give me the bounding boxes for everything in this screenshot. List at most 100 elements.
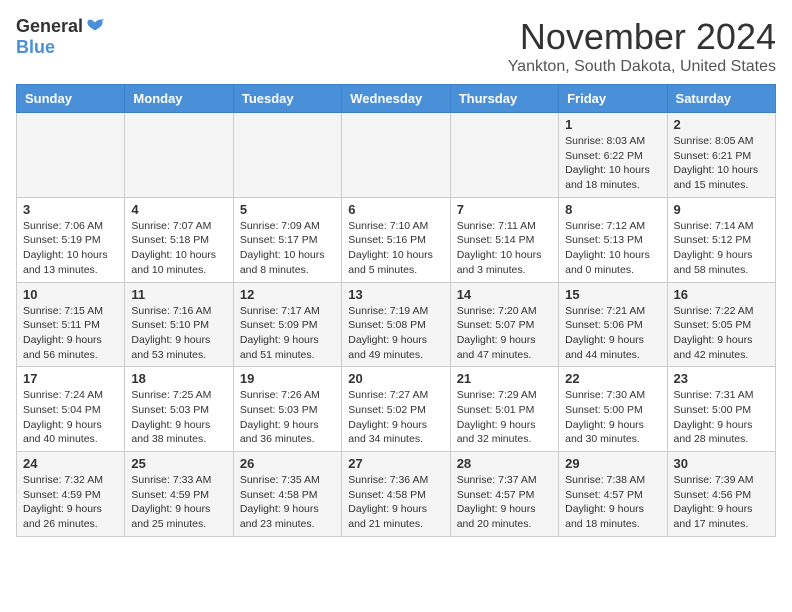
calendar-cell	[233, 113, 341, 198]
day-info: Sunrise: 7:09 AMSunset: 5:17 PMDaylight:…	[240, 219, 335, 278]
calendar-cell: 1 Sunrise: 8:03 AMSunset: 6:22 PMDaylight…	[559, 113, 667, 198]
day-info: Sunrise: 7:31 AMSunset: 5:00 PMDaylight:…	[674, 388, 769, 447]
calendar-cell: 16Sunrise: 7:22 AMSunset: 5:05 PMDayligh…	[667, 282, 775, 367]
day-number: 18	[131, 371, 226, 386]
day-info: Sunrise: 7:37 AMSunset: 4:57 PMDaylight:…	[457, 473, 552, 532]
calendar-week-3: 10Sunrise: 7:15 AMSunset: 5:11 PMDayligh…	[17, 282, 776, 367]
day-number: 20	[348, 371, 443, 386]
day-number: 17	[23, 371, 118, 386]
calendar-cell: 29 Sunrise: 7:38 AMSunset: 4:57 PMDayligh…	[559, 452, 667, 537]
day-number: 7	[457, 202, 552, 217]
day-number: 28	[457, 456, 552, 471]
calendar-cell: 2Sunrise: 8:05 AMSunset: 6:21 PMDaylight…	[667, 113, 775, 198]
day-number: 16	[674, 287, 769, 302]
day-number: 22	[565, 371, 660, 386]
calendar-cell: 23 Sunrise: 7:31 AMSunset: 5:00 PMDayligh…	[667, 367, 775, 452]
day-info: Sunrise: 8:03 AMSunset: 6:22 PMDaylight:…	[565, 134, 660, 193]
calendar-cell: 21Sunrise: 7:29 AMSunset: 5:01 PMDayligh…	[450, 367, 558, 452]
day-number: 6	[348, 202, 443, 217]
day-number: 29	[565, 456, 660, 471]
weekday-header-friday: Friday	[559, 85, 667, 113]
day-number: 23	[674, 371, 769, 386]
calendar-cell: 18Sunrise: 7:25 AMSunset: 5:03 PMDayligh…	[125, 367, 233, 452]
title-section: November 2024 Yankton, South Dakota, Uni…	[508, 16, 776, 76]
day-number: 15	[565, 287, 660, 302]
day-number: 24	[23, 456, 118, 471]
logo-blue-text: Blue	[16, 37, 55, 58]
day-info: Sunrise: 7:35 AMSunset: 4:58 PMDaylight:…	[240, 473, 335, 532]
weekday-header-tuesday: Tuesday	[233, 85, 341, 113]
calendar-cell: 20 Sunrise: 7:27 AMSunset: 5:02 PMDayligh…	[342, 367, 450, 452]
day-info: Sunrise: 7:38 AMSunset: 4:57 PMDaylight:…	[565, 473, 660, 532]
calendar-cell: 14 Sunrise: 7:20 AMSunset: 5:07 PMDayligh…	[450, 282, 558, 367]
day-info: Sunrise: 7:27 AMSunset: 5:02 PMDaylight:…	[348, 388, 443, 447]
day-info: Sunrise: 7:07 AMSunset: 5:18 PMDaylight:…	[131, 219, 226, 278]
calendar-cell: 10Sunrise: 7:15 AMSunset: 5:11 PMDayligh…	[17, 282, 125, 367]
calendar-cell: 25 Sunrise: 7:33 AMSunset: 4:59 PMDayligh…	[125, 452, 233, 537]
page-header: General Blue November 2024 Yankton, Sout…	[16, 16, 776, 76]
day-info: Sunrise: 7:32 AMSunset: 4:59 PMDaylight:…	[23, 473, 118, 532]
calendar-cell: 30 Sunrise: 7:39 AMSunset: 4:56 PMDayligh…	[667, 452, 775, 537]
calendar-table: SundayMondayTuesdayWednesdayThursdayFrid…	[16, 84, 776, 537]
day-info: Sunrise: 7:19 AMSunset: 5:08 PMDaylight:…	[348, 304, 443, 363]
day-number: 4	[131, 202, 226, 217]
day-number: 21	[457, 371, 552, 386]
location-subtitle: Yankton, South Dakota, United States	[508, 58, 776, 76]
month-title: November 2024	[508, 16, 776, 58]
calendar-cell: 27 Sunrise: 7:36 AMSunset: 4:58 PMDayligh…	[342, 452, 450, 537]
weekday-header-row: SundayMondayTuesdayWednesdayThursdayFrid…	[17, 85, 776, 113]
logo: General Blue	[16, 16, 105, 58]
calendar-week-4: 17Sunrise: 7:24 AMSunset: 5:04 PMDayligh…	[17, 367, 776, 452]
calendar-cell: 17Sunrise: 7:24 AMSunset: 5:04 PMDayligh…	[17, 367, 125, 452]
calendar-cell: 3 Sunrise: 7:06 AMSunset: 5:19 PMDaylight…	[17, 197, 125, 282]
day-number: 30	[674, 456, 769, 471]
day-number: 11	[131, 287, 226, 302]
calendar-week-2: 3 Sunrise: 7:06 AMSunset: 5:19 PMDaylight…	[17, 197, 776, 282]
calendar-cell: 6 Sunrise: 7:10 AMSunset: 5:16 PMDaylight…	[342, 197, 450, 282]
calendar-cell: 4 Sunrise: 7:07 AMSunset: 5:18 PMDaylight…	[125, 197, 233, 282]
day-number: 3	[23, 202, 118, 217]
day-info: Sunrise: 7:11 AMSunset: 5:14 PMDaylight:…	[457, 219, 552, 278]
calendar-cell: 24 Sunrise: 7:32 AMSunset: 4:59 PMDayligh…	[17, 452, 125, 537]
day-info: Sunrise: 7:26 AMSunset: 5:03 PMDaylight:…	[240, 388, 335, 447]
day-number: 27	[348, 456, 443, 471]
day-info: Sunrise: 7:21 AMSunset: 5:06 PMDaylight:…	[565, 304, 660, 363]
calendar-cell: 8 Sunrise: 7:12 AMSunset: 5:13 PMDaylight…	[559, 197, 667, 282]
calendar-cell: 11 Sunrise: 7:16 AMSunset: 5:10 PMDayligh…	[125, 282, 233, 367]
calendar-cell: 22Sunrise: 7:30 AMSunset: 5:00 PMDayligh…	[559, 367, 667, 452]
calendar-cell: 9 Sunrise: 7:14 AMSunset: 5:12 PMDaylight…	[667, 197, 775, 282]
calendar-cell: 5 Sunrise: 7:09 AMSunset: 5:17 PMDaylight…	[233, 197, 341, 282]
day-info: Sunrise: 7:16 AMSunset: 5:10 PMDaylight:…	[131, 304, 226, 363]
day-info: Sunrise: 7:36 AMSunset: 4:58 PMDaylight:…	[348, 473, 443, 532]
day-number: 26	[240, 456, 335, 471]
day-number: 9	[674, 202, 769, 217]
day-number: 14	[457, 287, 552, 302]
calendar-cell: 13Sunrise: 7:19 AMSunset: 5:08 PMDayligh…	[342, 282, 450, 367]
calendar-week-5: 24 Sunrise: 7:32 AMSunset: 4:59 PMDayligh…	[17, 452, 776, 537]
calendar-cell: 7 Sunrise: 7:11 AMSunset: 5:14 PMDaylight…	[450, 197, 558, 282]
calendar-cell: 12Sunrise: 7:17 AMSunset: 5:09 PMDayligh…	[233, 282, 341, 367]
day-info: Sunrise: 7:20 AMSunset: 5:07 PMDaylight:…	[457, 304, 552, 363]
day-info: Sunrise: 7:12 AMSunset: 5:13 PMDaylight:…	[565, 219, 660, 278]
day-number: 8	[565, 202, 660, 217]
calendar-cell	[17, 113, 125, 198]
day-number: 25	[131, 456, 226, 471]
calendar-cell: 28 Sunrise: 7:37 AMSunset: 4:57 PMDayligh…	[450, 452, 558, 537]
day-info: Sunrise: 7:39 AMSunset: 4:56 PMDaylight:…	[674, 473, 769, 532]
calendar-cell	[342, 113, 450, 198]
weekday-header-monday: Monday	[125, 85, 233, 113]
day-number: 2	[674, 117, 769, 132]
day-info: Sunrise: 7:14 AMSunset: 5:12 PMDaylight:…	[674, 219, 769, 278]
calendar-cell: 19Sunrise: 7:26 AMSunset: 5:03 PMDayligh…	[233, 367, 341, 452]
day-info: Sunrise: 7:10 AMSunset: 5:16 PMDaylight:…	[348, 219, 443, 278]
day-info: Sunrise: 7:06 AMSunset: 5:19 PMDaylight:…	[23, 219, 118, 278]
day-number: 10	[23, 287, 118, 302]
weekday-header-thursday: Thursday	[450, 85, 558, 113]
day-info: Sunrise: 7:33 AMSunset: 4:59 PMDaylight:…	[131, 473, 226, 532]
weekday-header-saturday: Saturday	[667, 85, 775, 113]
day-number: 5	[240, 202, 335, 217]
day-number: 12	[240, 287, 335, 302]
calendar-cell	[125, 113, 233, 198]
weekday-header-wednesday: Wednesday	[342, 85, 450, 113]
day-number: 1	[565, 117, 660, 132]
